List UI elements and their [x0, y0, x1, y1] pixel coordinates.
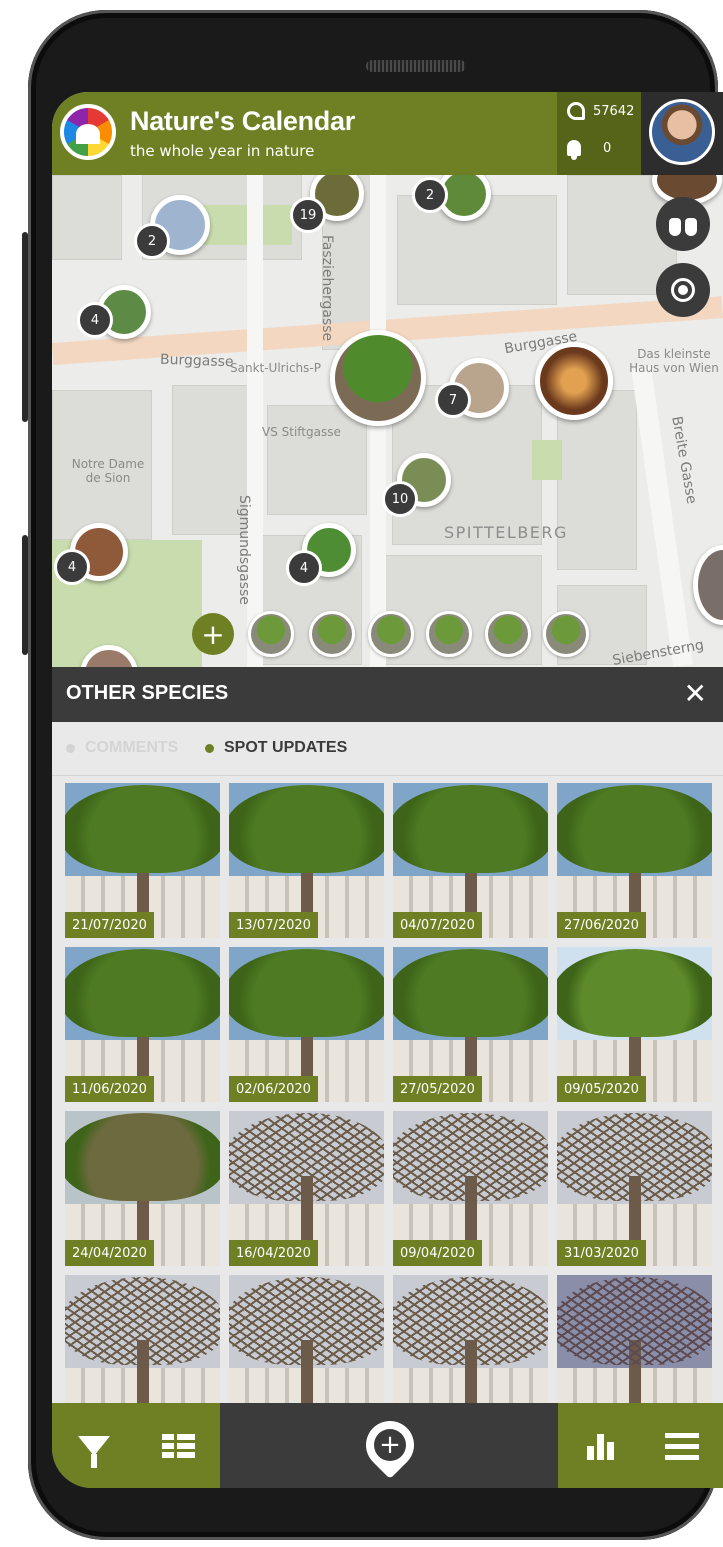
notifications-counter[interactable]: 0 — [567, 140, 612, 160]
tab-indicator — [66, 743, 75, 753]
map-view[interactable]: Burggasse Burggasse Fasziehergasse Sigmu… — [52, 175, 723, 667]
photo-date-label: 24/04/2020 — [65, 1240, 154, 1266]
bottom-bar-left — [52, 1403, 220, 1488]
spot-update-photo[interactable]: 04/07/2020 — [393, 783, 548, 938]
points-value: 57642 — [593, 103, 635, 119]
cluster-count-badge[interactable]: 4 — [54, 549, 90, 585]
app-title: Nature's Calendar — [130, 106, 355, 136]
close-icon[interactable]: ✕ — [684, 677, 707, 710]
menu-icon — [665, 1432, 699, 1460]
list-view-button[interactable] — [160, 1429, 196, 1463]
user-stats: 57642 0 — [557, 92, 641, 175]
cluster-count-badge[interactable]: 10 — [382, 481, 418, 517]
spot-update-photo[interactable]: 27/06/2020 — [557, 783, 712, 938]
cluster-count-badge[interactable]: 2 — [412, 177, 448, 213]
earpiece-speaker — [366, 60, 466, 72]
photo-date-label: 04/07/2020 — [393, 912, 482, 938]
app-subtitle: the whole year in nature — [130, 142, 315, 160]
photo-date-label: 27/05/2020 — [393, 1076, 482, 1102]
tab-label: COMMENTS — [85, 739, 179, 756]
spot-update-photo[interactable]: 02/06/2020 — [229, 947, 384, 1102]
tab-label: SPOT UPDATES — [224, 739, 348, 756]
district-label: SPITTELBERG — [444, 523, 568, 542]
cluster-count-badge[interactable]: 4 — [77, 302, 113, 338]
photo-date-label: 31/03/2020 — [557, 1240, 646, 1266]
observation-pin[interactable] — [693, 545, 723, 625]
cluster-count-badge[interactable]: 19 — [290, 197, 326, 233]
timeline-thumb[interactable] — [543, 611, 589, 657]
add-spot-button[interactable]: + — [192, 613, 234, 655]
spot-update-photo[interactable]: 24/04/2020 — [65, 1111, 220, 1266]
photo-date-label: 13/07/2020 — [229, 912, 318, 938]
timeline-thumb[interactable] — [309, 611, 355, 657]
locate-icon — [671, 278, 695, 302]
tab-indicator — [205, 743, 214, 753]
app-header: Nature's Calendar the whole year in natu… — [52, 92, 723, 175]
locate-button[interactable] — [656, 263, 710, 317]
street-label: Sigmundsgasse — [236, 495, 252, 605]
notifications-value: 0 — [603, 140, 612, 156]
statistics-button[interactable] — [582, 1429, 618, 1463]
tab-comments[interactable]: COMMENTS — [66, 739, 178, 757]
timeline-thumb[interactable] — [248, 611, 294, 657]
list-view-icon — [161, 1434, 195, 1458]
sheet-tabs: COMMENTS SPOT UPDATES — [52, 722, 723, 776]
photo-date-label: 16/04/2020 — [229, 1240, 318, 1266]
binoculars-icon — [669, 212, 697, 236]
spot-update-photo[interactable]: 11/06/2020 — [65, 947, 220, 1102]
street-label: Fasziehergasse — [319, 235, 335, 342]
explore-button[interactable] — [656, 197, 710, 251]
cluster-count-badge[interactable]: 2 — [134, 223, 170, 259]
points-icon — [567, 102, 585, 120]
menu-button[interactable] — [662, 1429, 702, 1463]
bottom-bar-right — [558, 1403, 723, 1488]
bell-icon — [567, 140, 581, 160]
cluster-count-badge[interactable]: 4 — [286, 550, 322, 586]
spot-update-photo[interactable]: 13/07/2020 — [229, 783, 384, 938]
observation-pin[interactable] — [535, 342, 613, 420]
add-observation-icon: + — [356, 1411, 424, 1479]
add-observation-button[interactable]: + — [356, 1411, 424, 1479]
timeline-thumb[interactable] — [368, 611, 414, 657]
spot-update-photo[interactable]: 31/03/2020 — [557, 1111, 712, 1266]
photo-date-label: 09/04/2020 — [393, 1240, 482, 1266]
featured-pin[interactable] — [330, 330, 426, 426]
poi-label: Sankt-Ulrichs-P — [230, 361, 321, 375]
timeline-thumb[interactable] — [426, 611, 472, 657]
filter-button[interactable] — [76, 1429, 112, 1468]
bottom-bar: + — [52, 1403, 723, 1488]
poi-label: Das kleinste Haus von Wien — [629, 347, 719, 375]
avatar[interactable] — [649, 99, 715, 165]
points-counter[interactable]: 57642 — [567, 102, 634, 120]
poi-label: VS Stiftgasse — [262, 425, 341, 439]
photo-date-label: 02/06/2020 — [229, 1076, 318, 1102]
cluster-count-badge[interactable]: 7 — [435, 382, 471, 418]
spot-update-photo[interactable]: 16/04/2020 — [229, 1111, 384, 1266]
filter-icon — [78, 1436, 110, 1468]
photo-date-label: 11/06/2020 — [65, 1076, 154, 1102]
street-label: Breite Gasse — [668, 415, 700, 506]
statistics-icon — [586, 1432, 614, 1460]
photo-date-label: 09/05/2020 — [557, 1076, 646, 1102]
spot-update-photo[interactable]: 21/07/2020 — [65, 783, 220, 938]
spot-update-photo[interactable]: 27/05/2020 — [393, 947, 548, 1102]
poi-label: Notre Dame de Sion — [71, 457, 145, 485]
side-button — [22, 535, 28, 655]
photo-date-label: 27/06/2020 — [557, 912, 646, 938]
spot-update-photo[interactable]: 09/04/2020 — [393, 1111, 548, 1266]
tab-spot-updates[interactable]: SPOT UPDATES — [205, 739, 347, 757]
street-label: Burggasse — [159, 351, 234, 371]
app-logo-icon — [60, 104, 116, 160]
profile-area[interactable] — [641, 92, 723, 175]
sheet-header: OTHER SPECIES ✕ — [52, 667, 723, 722]
sheet-title: OTHER SPECIES — [66, 682, 229, 704]
volume-button — [22, 232, 28, 422]
spot-update-photo[interactable]: 09/05/2020 — [557, 947, 712, 1102]
app-screen: Nature's Calendar the whole year in natu… — [52, 92, 723, 1488]
photo-date-label: 21/07/2020 — [65, 912, 154, 938]
timeline-thumb[interactable] — [485, 611, 531, 657]
